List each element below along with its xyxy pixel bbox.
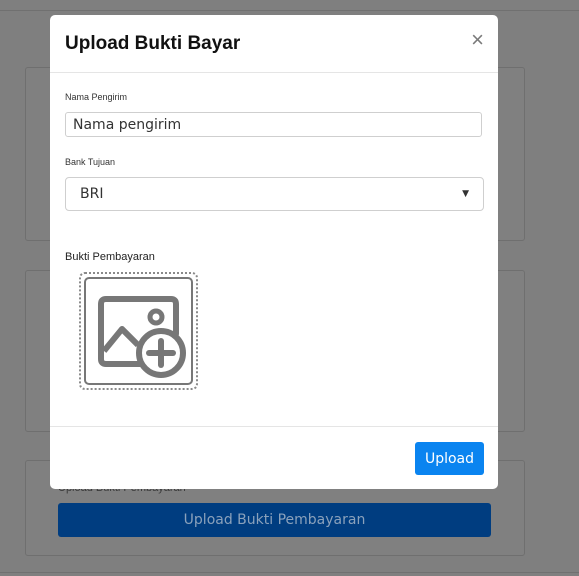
background-upload-button: Upload Bukti Pembayaran [58, 503, 491, 537]
destination-bank-value: BRI [80, 186, 104, 202]
destination-bank-label: Bank Tujuan [65, 157, 116, 167]
upload-proof-modal: Upload Bukti Bayar × Nama Pengirim Nama … [50, 15, 498, 489]
payment-proof-upload-area[interactable] [79, 272, 198, 390]
payment-proof-label: Bukti Pembayaran [65, 251, 155, 263]
destination-bank-select[interactable]: BRI ▼ [65, 177, 484, 211]
background-bottom-divider [0, 572, 579, 573]
image-add-icon [98, 296, 186, 378]
background-top-divider [0, 10, 579, 11]
modal-footer: Upload [50, 426, 498, 489]
modal-title: Upload Bukti Bayar [65, 33, 241, 54]
close-icon[interactable]: × [471, 29, 484, 51]
upload-button[interactable]: Upload [415, 442, 484, 475]
chevron-down-icon: ▼ [462, 189, 469, 199]
sender-name-input[interactable]: Nama pengirim [65, 112, 482, 137]
sender-name-label: Nama Pengirim [65, 92, 128, 102]
image-frame [84, 277, 193, 385]
modal-header: Upload Bukti Bayar × [50, 15, 498, 73]
